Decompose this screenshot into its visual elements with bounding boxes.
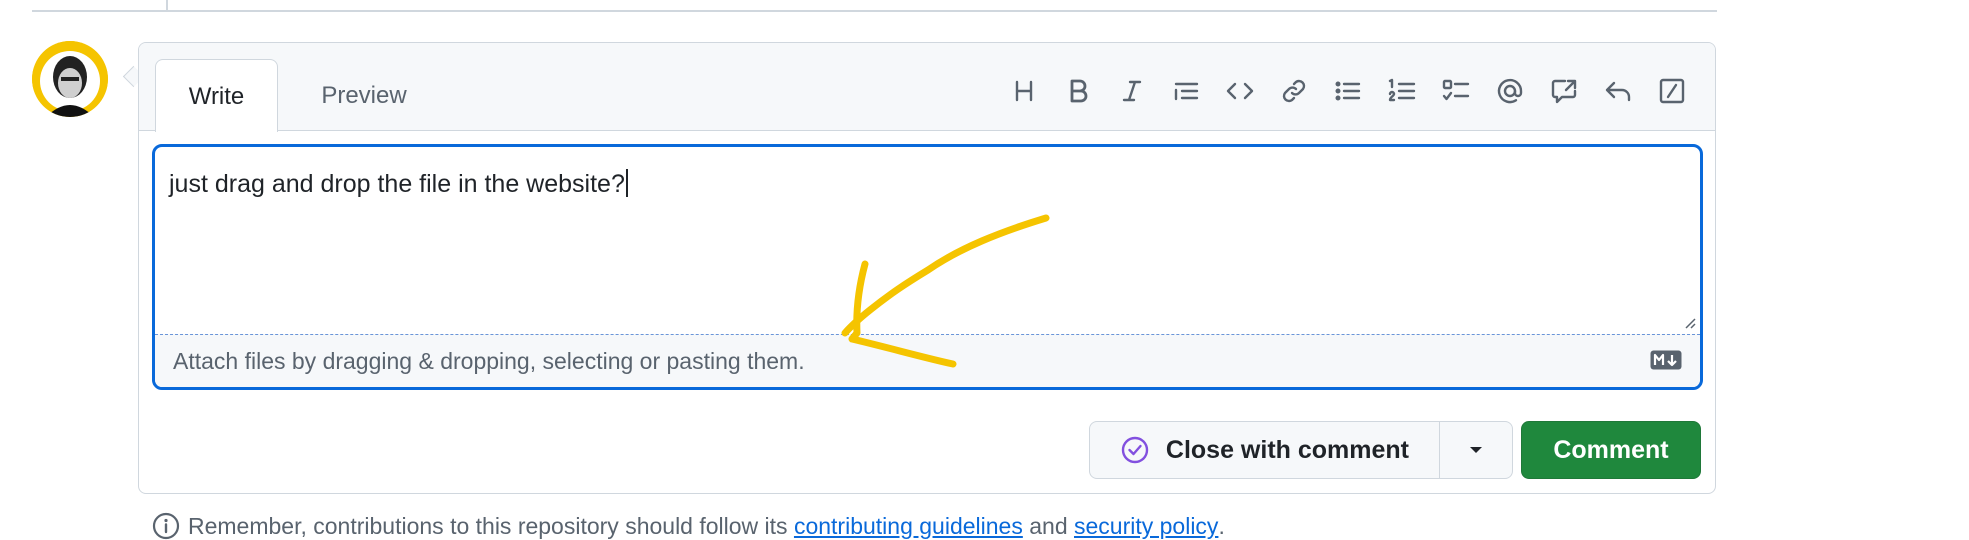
avatar[interactable] <box>32 41 108 117</box>
tab-preview[interactable]: Preview <box>289 59 439 132</box>
task-list-icon[interactable] <box>1429 73 1483 109</box>
comment-textarea[interactable]: just drag and drop the file in the websi… <box>155 147 1700 334</box>
issue-closed-icon <box>1121 436 1149 464</box>
markdown-icon[interactable] <box>1650 350 1682 370</box>
markdown-toolbar <box>997 73 1699 109</box>
attach-files-hint: Attach files by dragging & dropping, sel… <box>173 348 805 374</box>
bold-icon[interactable] <box>1051 73 1105 109</box>
ordered-list-icon[interactable] <box>1375 73 1429 109</box>
contribution-note: Remember, contributions to this reposito… <box>152 512 1225 540</box>
footer-and: and <box>1029 512 1068 539</box>
security-policy-link[interactable]: security policy <box>1074 513 1218 540</box>
tab-write[interactable]: Write <box>155 59 278 132</box>
info-icon <box>152 512 180 540</box>
timeline-divider <box>32 10 1717 12</box>
resize-grip-icon[interactable] <box>1682 315 1696 329</box>
quote-icon[interactable] <box>1159 73 1213 109</box>
comment-editor: just drag and drop the file in the websi… <box>152 144 1703 390</box>
italic-icon[interactable] <box>1105 73 1159 109</box>
close-options-dropdown[interactable] <box>1440 422 1512 478</box>
comment-actions: Close with comment Comment <box>1088 421 1701 479</box>
mention-icon[interactable] <box>1483 73 1537 109</box>
comment-text: just drag and drop the file in the websi… <box>169 170 625 198</box>
contributing-guidelines-link[interactable]: contributing guidelines <box>794 513 1023 540</box>
heading-icon[interactable] <box>997 73 1051 109</box>
footer-prefix: Remember, contributions to this reposito… <box>188 512 788 539</box>
slash-commands-icon[interactable] <box>1645 73 1699 109</box>
reply-icon[interactable] <box>1591 73 1645 109</box>
file-attach-dropzone[interactable]: Attach files by dragging & dropping, sel… <box>155 334 1700 387</box>
comment-form: Write Preview just drag and drop the fil… <box>138 42 1716 494</box>
close-with-comment-button[interactable]: Close with comment <box>1090 422 1440 478</box>
cross-reference-icon[interactable] <box>1537 73 1591 109</box>
unordered-list-icon[interactable] <box>1321 73 1375 109</box>
triangle-down-icon <box>1470 447 1482 453</box>
timeline-tick <box>166 0 168 11</box>
footer-suffix: . <box>1218 512 1225 539</box>
code-icon[interactable] <box>1213 73 1267 109</box>
comment-form-header: Write Preview <box>139 43 1715 132</box>
close-with-comment-label: Close with comment <box>1165 435 1409 464</box>
close-issue-button-group: Close with comment <box>1088 421 1513 479</box>
comment-button[interactable]: Comment <box>1521 421 1701 479</box>
text-caret <box>625 169 628 197</box>
link-icon[interactable] <box>1267 73 1321 109</box>
